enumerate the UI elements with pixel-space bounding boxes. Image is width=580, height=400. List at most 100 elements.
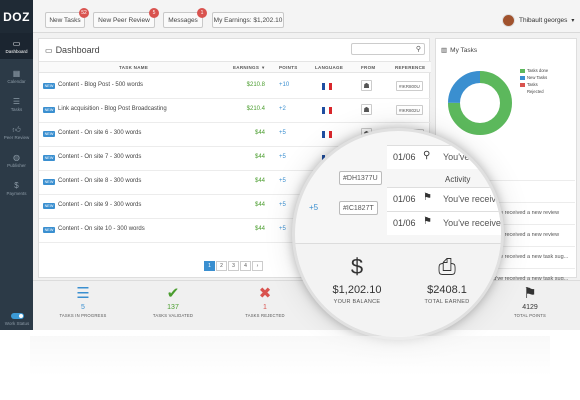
inbox-icon: ⎙ <box>438 254 456 279</box>
stat-value: 137 <box>167 304 179 311</box>
globe-icon: ◍ <box>13 152 20 162</box>
page-button[interactable]: 4 <box>240 261 251 271</box>
new-tag: NEW <box>43 107 55 113</box>
stat-label: YOUR BALANCE <box>333 299 381 305</box>
new-peer-review-button[interactable]: New Peer Review 5 <box>93 8 159 28</box>
legend-label: Tasks <box>527 82 538 87</box>
task-name[interactable]: Link acquisition - Blog Post Broadcastin… <box>58 106 167 112</box>
column-header-from[interactable]: FROM <box>361 65 375 70</box>
chevron-down-icon: ▾ <box>571 18 575 24</box>
sidebar-item-peer-review[interactable]: 👍︎ Peer Review <box>0 119 33 145</box>
my-earnings-label: My Earnings: $1,202.10 <box>213 16 283 24</box>
points-value: +5 <box>279 226 286 232</box>
stat-tasks-in-progress[interactable]: ☰ 5 TASKS IN PROGRESS <box>38 285 128 318</box>
work-status[interactable]: Work Status <box>3 313 31 326</box>
points-value: +2 <box>279 106 286 112</box>
stat-label: TASKS VALIDATED <box>152 313 194 318</box>
task-name[interactable]: Content - On site 8 - 300 words <box>58 178 141 184</box>
sidebar-item-label: Peer Review <box>3 134 30 140</box>
task-name[interactable]: Content - On site 6 - 300 words <box>58 130 141 136</box>
messages-button[interactable]: Messages 1 <box>163 8 207 28</box>
task-name[interactable]: Content - On site 7 - 300 words <box>58 154 141 160</box>
legend-swatch <box>520 89 525 94</box>
sidebar-item-payments[interactable]: $ Payments <box>0 175 33 201</box>
tasks-icon: ☰ <box>76 285 90 302</box>
reference-badge-zoomed: #DH1377U <box>339 171 382 185</box>
column-header-language[interactable]: LANGUAGE <box>315 65 343 70</box>
legend-item: Tasks <box>520 82 548 87</box>
sidebar-item-dashboard[interactable]: ▭ Dashboard <box>0 33 33 59</box>
flag-icon: ⚑ <box>423 216 432 227</box>
points-value: +5 <box>279 202 286 208</box>
activity-row-zoomed[interactable]: 01/06 ⚑ You've received a new review <box>387 211 501 235</box>
task-name[interactable]: Content - On site 9 - 300 words <box>58 202 141 208</box>
table-row[interactable]: NEW Content - Blog Post - 500 words $210… <box>39 75 431 99</box>
page-button[interactable]: 1 <box>204 261 215 271</box>
earnings-value: $44 <box>254 178 265 184</box>
new-tag: NEW <box>43 203 55 209</box>
user-icon[interactable]: ☗ <box>361 80 372 91</box>
legend-label: Tasks done <box>527 68 549 73</box>
top-bar: DOZ New Tasks 52 New Peer Review 5 Messa… <box>0 0 580 33</box>
stat-total-earned[interactable]: ⎙ $2408.1 TOTAL EARNED <box>407 254 487 305</box>
page-button[interactable]: 2 <box>216 261 227 271</box>
user-icon[interactable]: ☗ <box>361 104 372 115</box>
work-status-toggle[interactable] <box>10 313 24 319</box>
column-header-task-name[interactable]: TASK NAME <box>119 65 148 70</box>
calendar-icon: ▦ <box>12 68 21 78</box>
legend-swatch <box>520 82 525 87</box>
column-header-earnings[interactable]: EARNINGS <box>233 65 259 70</box>
stat-label: TOTAL POINTS <box>513 313 547 318</box>
page-button[interactable]: 3 <box>228 261 239 271</box>
my-tasks-title: ▥ My Tasks <box>441 46 477 55</box>
cross-icon: ✖ <box>258 285 272 302</box>
sidebar-item-calendar[interactable]: ▦ Calendar <box>0 63 33 89</box>
new-tag: NEW <box>43 179 55 185</box>
sidebar: ▭ Dashboard ▦ Calendar ☰ Tasks 👍︎ Peer R… <box>0 33 33 330</box>
stat-tasks-validated[interactable]: ✔ 137 TASKS VALIDATED <box>128 285 218 318</box>
task-name[interactable]: Content - On site 10 - 300 words <box>58 226 145 232</box>
new-tag: NEW <box>43 227 55 233</box>
user-name: Thibault georges <box>519 17 568 24</box>
earnings-value: $210.8 <box>246 82 265 88</box>
list-icon: ☰ <box>12 96 21 106</box>
earnings-value: $44 <box>254 154 265 160</box>
new-tag: NEW <box>43 131 55 137</box>
page-title-text: Dashboard <box>55 45 100 55</box>
earnings-value: $44 <box>254 226 265 232</box>
user-menu[interactable]: Thibault georges ▾ <box>502 14 574 27</box>
thumbs-up-icon: 👍︎ <box>12 124 21 134</box>
legend-label: New Tasks <box>527 75 548 80</box>
my-earnings-button[interactable]: My Earnings: $1,202.10 <box>212 12 284 28</box>
stat-label: TOTAL EARNED <box>424 299 470 305</box>
search-input[interactable]: ⚲ <box>351 43 425 55</box>
task-name[interactable]: Content - Blog Post - 500 words <box>58 82 143 88</box>
sidebar-item-label: Calendar <box>7 78 26 84</box>
messages-badge: 1 <box>197 8 207 18</box>
points-value-zoomed: +5 <box>309 203 319 212</box>
table-row[interactable]: NEW Link acquisition - Blog Post Broadca… <box>39 99 431 123</box>
sidebar-item-tasks[interactable]: ☰ Tasks <box>0 91 33 117</box>
activity-row-zoomed[interactable]: 01/06 ⚑ You've received a new review <box>387 187 504 211</box>
legend-swatch <box>520 68 525 73</box>
table-header: TASK NAME EARNINGS ▾ POINTS LANGUAGE FRO… <box>39 61 431 73</box>
legend-swatch <box>520 75 525 80</box>
sidebar-item-publisher[interactable]: ◍ Publisher <box>0 147 33 173</box>
next-page-button[interactable]: › <box>252 261 263 271</box>
legend-label: Rejected <box>527 89 544 94</box>
stat-value: $2408.1 <box>427 284 467 296</box>
magnifier-lens: #DH1377U #IC1827T +5 Activity 01/06 ⚑ Yo… <box>292 128 504 340</box>
new-tasks-label: New Tasks <box>49 16 81 24</box>
column-header-reference[interactable]: REFERENCE <box>395 65 425 70</box>
activity-row-zoomed[interactable]: 01/06 ⚲ You've received a new task sug..… <box>387 145 501 169</box>
logo[interactable]: DOZ <box>0 0 33 33</box>
sort-icon[interactable]: ▾ <box>262 65 265 71</box>
reference-badge: #IKR800U <box>396 81 423 91</box>
floor-reflection <box>30 336 550 376</box>
avatar <box>502 14 515 27</box>
column-header-points[interactable]: POINTS <box>279 65 298 70</box>
activity-text-zoomed: You've received a new review <box>443 194 504 204</box>
new-tasks-button[interactable]: New Tasks 52 <box>45 8 89 28</box>
stat-your-balance[interactable]: $ $1,202.10 YOUR BALANCE <box>317 254 397 305</box>
french-flag-icon <box>322 83 332 90</box>
